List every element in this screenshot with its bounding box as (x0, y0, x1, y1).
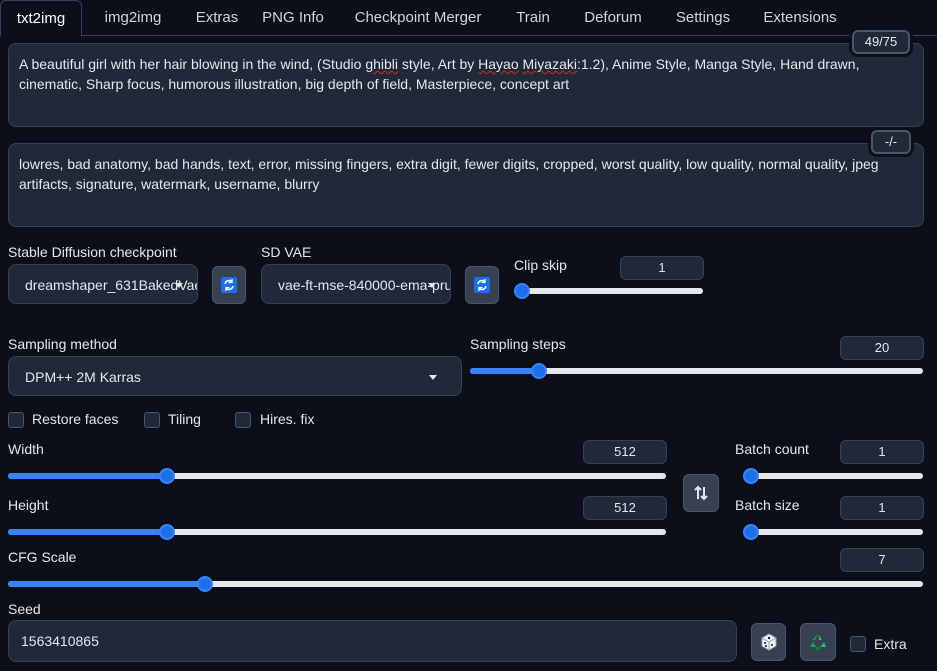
cfg-scale-label: CFG Scale (8, 549, 77, 565)
recycle-icon (810, 634, 826, 650)
checkpoint-dropdown[interactable]: dreamshaper_631BakedVae (8, 264, 198, 304)
prompt-text: style, Art by (398, 56, 479, 72)
tab-settings[interactable]: Settings (660, 0, 746, 36)
tab-deforum[interactable]: Deforum (566, 0, 660, 36)
seed-input[interactable]: 1563410865 (8, 620, 737, 662)
restore-faces-label: Restore faces (32, 411, 119, 427)
tab-img2img[interactable]: img2img (82, 0, 184, 36)
extra-label: Extra (874, 636, 907, 652)
refresh-checkpoint-button[interactable] (212, 266, 246, 304)
sampling-steps-slider[interactable] (470, 363, 923, 379)
chevron-down-icon (428, 283, 436, 288)
checkpoint-value: dreamshaper_631BakedVae (25, 277, 198, 293)
sampling-method-value: DPM++ 2M Karras (25, 369, 141, 385)
negative-prompt-textarea[interactable]: lowres, bad anatomy, bad hands, text, er… (8, 143, 924, 227)
refresh-vae-button[interactable] (465, 266, 499, 304)
batch-size-input[interactable]: 1 (840, 496, 924, 520)
tab-png-info[interactable]: PNG Info (250, 0, 336, 36)
clip-skip-slider[interactable] (514, 283, 703, 299)
prompt-text-misspelled: Hayao (478, 56, 519, 72)
checkpoint-label: Stable Diffusion checkpoint (8, 244, 177, 260)
slider-thumb[interactable] (743, 468, 759, 484)
refresh-icon (474, 277, 490, 293)
swap-dimensions-button[interactable] (683, 474, 719, 512)
sampling-steps-label: Sampling steps (470, 336, 566, 352)
sampling-steps-input[interactable]: 20 (840, 336, 924, 360)
prompt-textarea[interactable]: A beautiful girl with her hair blowing i… (8, 43, 924, 127)
prompt-text-misspelled: ghibli (365, 56, 399, 72)
tiling-label: Tiling (168, 411, 201, 427)
batch-count-input[interactable]: 1 (840, 440, 924, 464)
height-slider[interactable] (8, 524, 666, 540)
swap-icon (694, 485, 708, 501)
negative-prompt-text: lowres, bad anatomy, bad hands, text, er… (19, 156, 879, 192)
prompt-text: A beautiful girl with her hair blowing i… (19, 56, 366, 72)
slider-thumb[interactable] (158, 524, 175, 540)
cfg-scale-slider[interactable] (8, 576, 923, 592)
hires-fix-label: Hires. fix (260, 411, 315, 427)
batch-count-slider[interactable] (743, 468, 923, 484)
tab-checkpoint-merger[interactable]: Checkpoint Merger (336, 0, 500, 36)
chevron-down-icon (429, 375, 437, 380)
cfg-scale-input[interactable]: 7 (840, 548, 924, 572)
tab-extensions[interactable]: Extensions (746, 0, 854, 36)
clip-skip-input[interactable]: 1 (620, 256, 704, 280)
batch-count-label: Batch count (735, 441, 809, 457)
reuse-seed-button[interactable] (800, 623, 836, 661)
vae-dropdown[interactable]: vae-ft-mse-840000-ema-pruned (261, 264, 451, 304)
height-input[interactable]: 512 (583, 496, 667, 520)
hires-fix-checkbox[interactable] (235, 412, 251, 428)
vae-label: SD VAE (261, 244, 312, 260)
prompt-token-counter: 49/75 (852, 30, 910, 54)
tab-bar: txt2img img2img Extras PNG Info Checkpoi… (0, 0, 937, 37)
width-input[interactable]: 512 (583, 440, 667, 464)
slider-fill (8, 581, 205, 587)
random-seed-button[interactable] (751, 623, 786, 661)
dice-icon (761, 633, 776, 651)
sampling-method-dropdown[interactable]: DPM++ 2M Karras (8, 356, 462, 396)
clip-skip-label: Clip skip (514, 257, 567, 273)
tab-extras[interactable]: Extras (184, 0, 250, 36)
width-slider[interactable] (8, 468, 666, 484)
slider-thumb[interactable] (743, 524, 759, 540)
restore-faces-checkbox[interactable] (8, 412, 24, 428)
seed-label: Seed (8, 601, 41, 617)
slider-thumb[interactable] (514, 283, 530, 299)
refresh-icon (221, 277, 237, 293)
slider-fill (470, 368, 540, 374)
prompt-text-misspelled: Miyazaki (522, 56, 577, 72)
tab-train[interactable]: Train (500, 0, 566, 36)
height-label: Height (8, 497, 49, 513)
slider-fill (8, 473, 167, 479)
vae-value: vae-ft-mse-840000-ema-pruned (278, 277, 450, 293)
extra-checkbox[interactable] (850, 636, 866, 652)
slider-thumb[interactable] (196, 576, 213, 592)
negative-token-counter: -/- (871, 130, 911, 154)
tab-txt2img[interactable]: txt2img (0, 0, 82, 37)
batch-size-slider[interactable] (743, 524, 923, 540)
sampling-method-label: Sampling method (8, 336, 117, 352)
chevron-down-icon (175, 283, 183, 288)
width-label: Width (8, 441, 44, 457)
slider-fill (8, 529, 167, 535)
slider-thumb[interactable] (531, 363, 548, 379)
tiling-checkbox[interactable] (144, 412, 160, 428)
slider-thumb[interactable] (158, 468, 175, 484)
batch-size-label: Batch size (735, 497, 800, 513)
